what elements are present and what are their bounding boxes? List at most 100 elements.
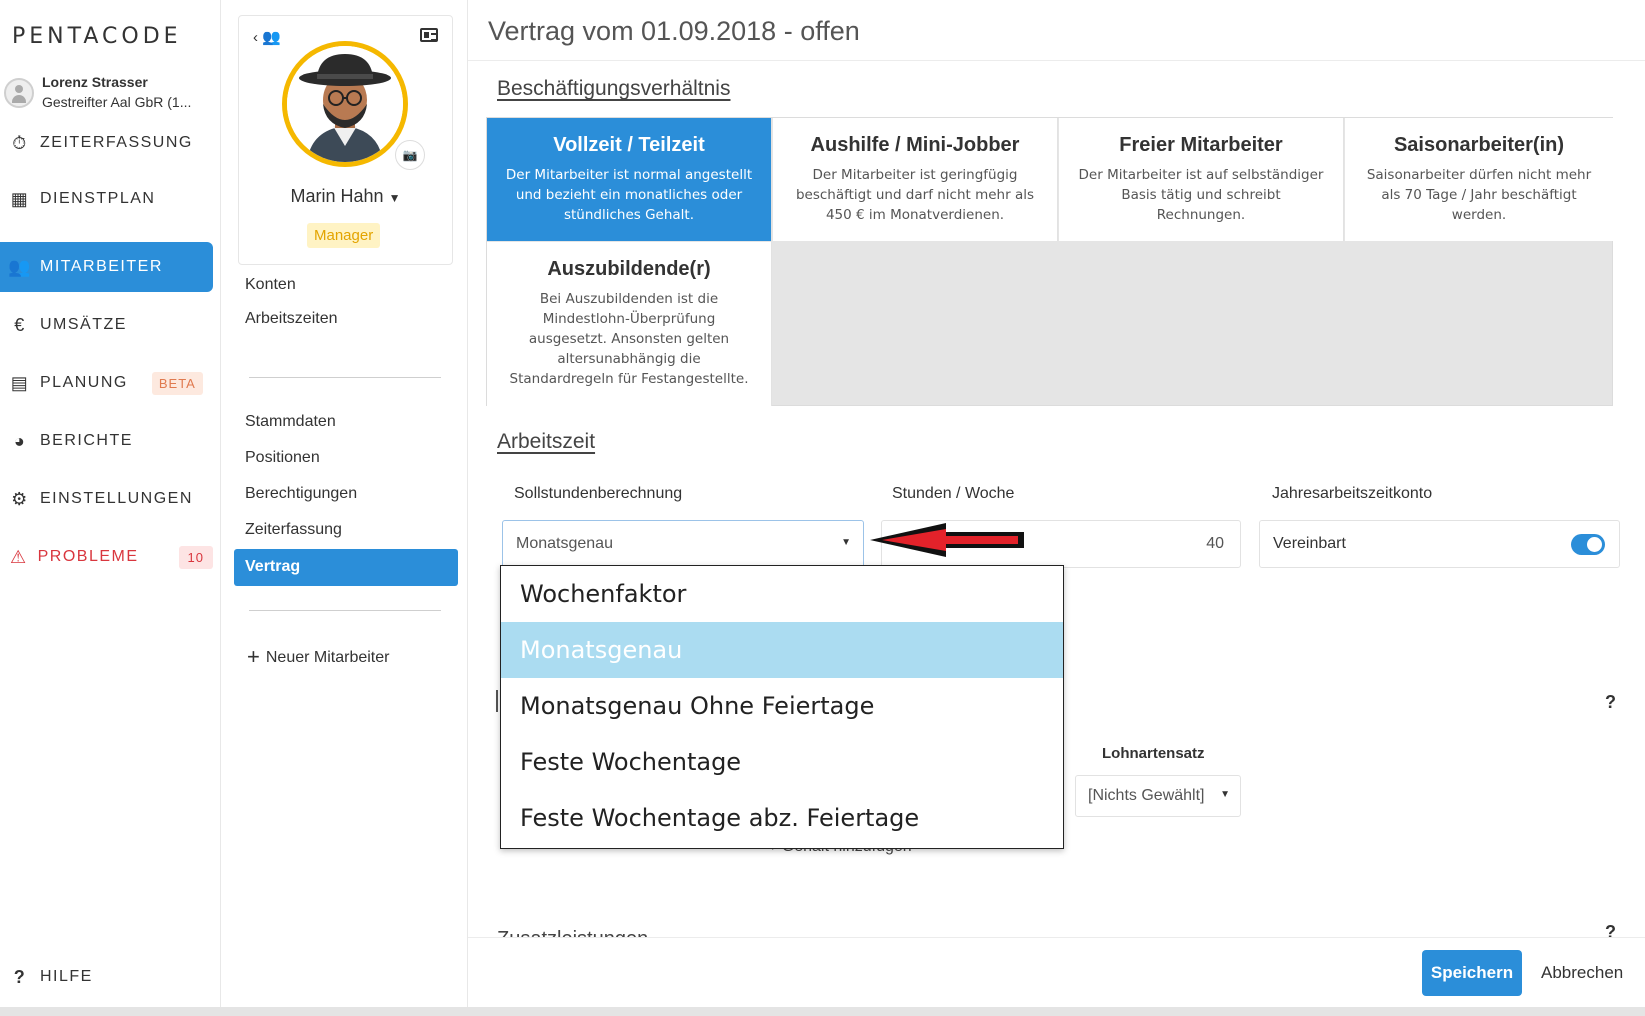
nav-berichte[interactable]: ◕ BERICHTE [0,416,213,466]
employment-type-grid: Vollzeit / Teilzeit Der Mitarbeiter ist … [486,117,1613,406]
wage-rate-select[interactable]: [Nichts Gewählt] ▼ [1075,775,1241,817]
subnav-stammdaten[interactable]: Stammdaten [245,413,336,431]
annual-label: Jahresarbeitszeitkonto [1272,485,1433,502]
section-employment-heading: Beschäftigungsverhältnis [497,77,731,100]
employment-type-aushilfe[interactable]: Aushilfe / Mini-Jobber Der Mitarbeiter i… [773,118,1058,241]
role-badge: Manager [307,223,381,248]
nav-zeiterfassung[interactable]: ⏱ ZEITERFASSUNG [0,118,213,168]
euro-icon: € [14,314,26,335]
employment-type-freier[interactable]: Freier Mitarbeiter Der Mitarbeiter ist a… [1059,118,1344,241]
type-desc: Der Mitarbeiter ist auf selbständiger Ba… [1078,167,1324,223]
type-desc: Bei Auszubildenden ist die Mindestlohn-Ü… [509,291,749,387]
type-title: Vollzeit / Teilzeit [553,134,705,156]
window-bottom-edge [0,1007,1645,1016]
nav-label: PROBLEME [37,548,139,565]
subnav-arbeitszeiten[interactable]: Arbeitszeiten [245,310,338,328]
avatar-illustration [287,46,403,162]
nav-planung[interactable]: ▤ PLANUNG BETA [0,358,213,408]
type-title: Saisonarbeiter(in) [1393,134,1565,156]
current-user[interactable]: Lorenz Strasser Gestreifter Aal GbR (1..… [4,72,214,116]
type-title: Freier Mitarbeiter [1119,134,1283,156]
dropdown-option-selected[interactable]: Monatsgenau [501,622,1063,678]
nav-label: BERICHTE [40,432,133,449]
employee-subnav: ‹ 👥 📷 Marin Hahn ▼ Manager Konten Arbeit… [221,0,468,1016]
nav-probleme[interactable]: ⚠ PROBLEME 10 [0,532,213,582]
nav-label: PLANUNG [40,374,128,391]
calc-select[interactable]: Monatsgenau ▼ [502,520,864,568]
section-worktime-heading: Arbeitszeit [497,430,596,453]
caret-down-icon: ▼ [1220,789,1230,800]
subnav-vertrag[interactable]: Vertrag [234,549,458,586]
user-org: Gestreifter Aal GbR (1... [42,94,192,110]
employment-type-saison[interactable]: Saisonarbeiter(in) Saisonarbeiter dürfen… [1345,118,1613,241]
hours-value: 40 [1206,535,1224,552]
annual-account-toggle[interactable] [1571,534,1605,555]
help-question-icon[interactable]: ? [1605,692,1616,713]
type-desc: Saisonarbeiter dürfen nicht mehr als 70 … [1366,167,1592,223]
stopwatch-icon: ⏱ [12,132,28,153]
user-avatar-icon [4,78,34,108]
employee-name-dropdown[interactable]: Marin Hahn ▼ [239,186,452,207]
calc-label: Sollstundenberechnung [514,485,683,502]
type-title: Aushilfe / Mini-Jobber [810,134,1020,156]
beta-badge: BETA [151,371,203,395]
dropdown-option[interactable]: Feste Wochentage [501,734,1063,790]
nav-hilfe[interactable]: ? HILFE [0,952,213,1002]
type-desc: Der Mitarbeiter ist geringfügig beschäft… [795,167,1035,223]
caret-down-icon: ▼ [841,537,851,548]
divider [249,610,441,611]
employee-avatar [282,41,408,167]
wage-rate-value: [Nichts Gewählt] [1088,787,1205,804]
nav-mitarbeiter[interactable]: 👥 MITARBEITER [0,242,213,292]
main-sidebar: PENTACODE Lorenz Strasser Gestreifter Aa… [0,0,221,1016]
app-logo: PENTACODE [12,24,182,49]
nav-umsaetze[interactable]: € UMSÄTZE [0,300,213,350]
new-employee-link[interactable]: + Neuer Mitarbeiter [247,642,390,669]
calendar-icon: ▤ [10,372,30,393]
subnav-zeiterfassung[interactable]: Zeiterfassung [245,521,342,539]
type-desc: Der Mitarbeiter ist normal angestellt un… [505,167,753,223]
hours-label: Stunden / Woche [892,485,1015,502]
nav-label: ZEITERFASSUNG [40,134,193,151]
nav-label: MITARBEITER [40,258,163,275]
dropdown-option[interactable]: Feste Wochentage abz. Feiertage [501,790,1063,846]
calc-dropdown-menu: Wochenfaktor Monatsgenau Monatsgenau Ohn… [500,565,1064,849]
wage-rate-label: Lohnartensatz [1102,745,1205,762]
obscured-heading [496,690,498,712]
problem-count-badge: 10 [178,545,213,569]
plus-icon: + [247,644,260,669]
help-question-icon[interactable]: ? [1605,922,1616,937]
camera-icon[interactable]: 📷 [395,140,425,170]
subnav-konten[interactable]: Konten [245,276,296,294]
nav-dienstplan[interactable]: ▦ DIENSTPLAN [0,174,213,224]
dropdown-option[interactable]: Wochenfaktor [501,566,1063,622]
nav-label: UMSÄTZE [40,316,127,333]
subnav-positionen[interactable]: Positionen [245,449,320,467]
users-icon: 👥 [8,256,32,277]
dropdown-option[interactable]: Monatsgenau Ohne Feiertage [501,678,1063,734]
table-icon: ▦ [10,188,30,209]
calc-select-value: Monatsgenau [516,535,613,552]
gear-icon: ⚙ [11,488,29,509]
employment-type-vollzeit[interactable]: Vollzeit / Teilzeit Der Mitarbeiter ist … [487,118,772,241]
nav-label: DIENSTPLAN [40,190,156,207]
employment-type-azubi[interactable]: Auszubildende(r) Bei Auszubildenden ist … [487,242,772,406]
warning-icon: ⚠ [9,546,28,567]
nav-einstellungen[interactable]: ⚙ EINSTELLUNGEN [0,474,213,524]
pie-chart-icon: ◕ [13,430,27,451]
user-name: Lorenz Strasser [42,74,148,90]
id-card-icon[interactable] [420,28,438,42]
nav-label: HILFE [40,968,93,985]
caret-down-icon: ▼ [388,191,401,205]
page-title: Vertrag vom 01.09.2018 - offen [488,16,860,46]
divider [249,377,441,378]
save-button[interactable]: Speichern [1422,950,1522,996]
new-employee-label: Neuer Mitarbeiter [265,649,390,666]
subnav-berechtigungen[interactable]: Berechtigungen [245,485,357,503]
profile-card: ‹ 👥 📷 Marin Hahn ▼ Manager [238,15,453,265]
contract-panel: Vertrag vom 01.09.2018 - offen Beschäfti… [468,0,1645,1016]
back-to-employees-icon[interactable]: ‹ 👥 [253,28,281,46]
annual-value: Vereinbart [1273,535,1346,552]
employee-name: Marin Hahn [290,186,384,206]
cancel-button[interactable]: Abbrechen [1541,950,1623,996]
